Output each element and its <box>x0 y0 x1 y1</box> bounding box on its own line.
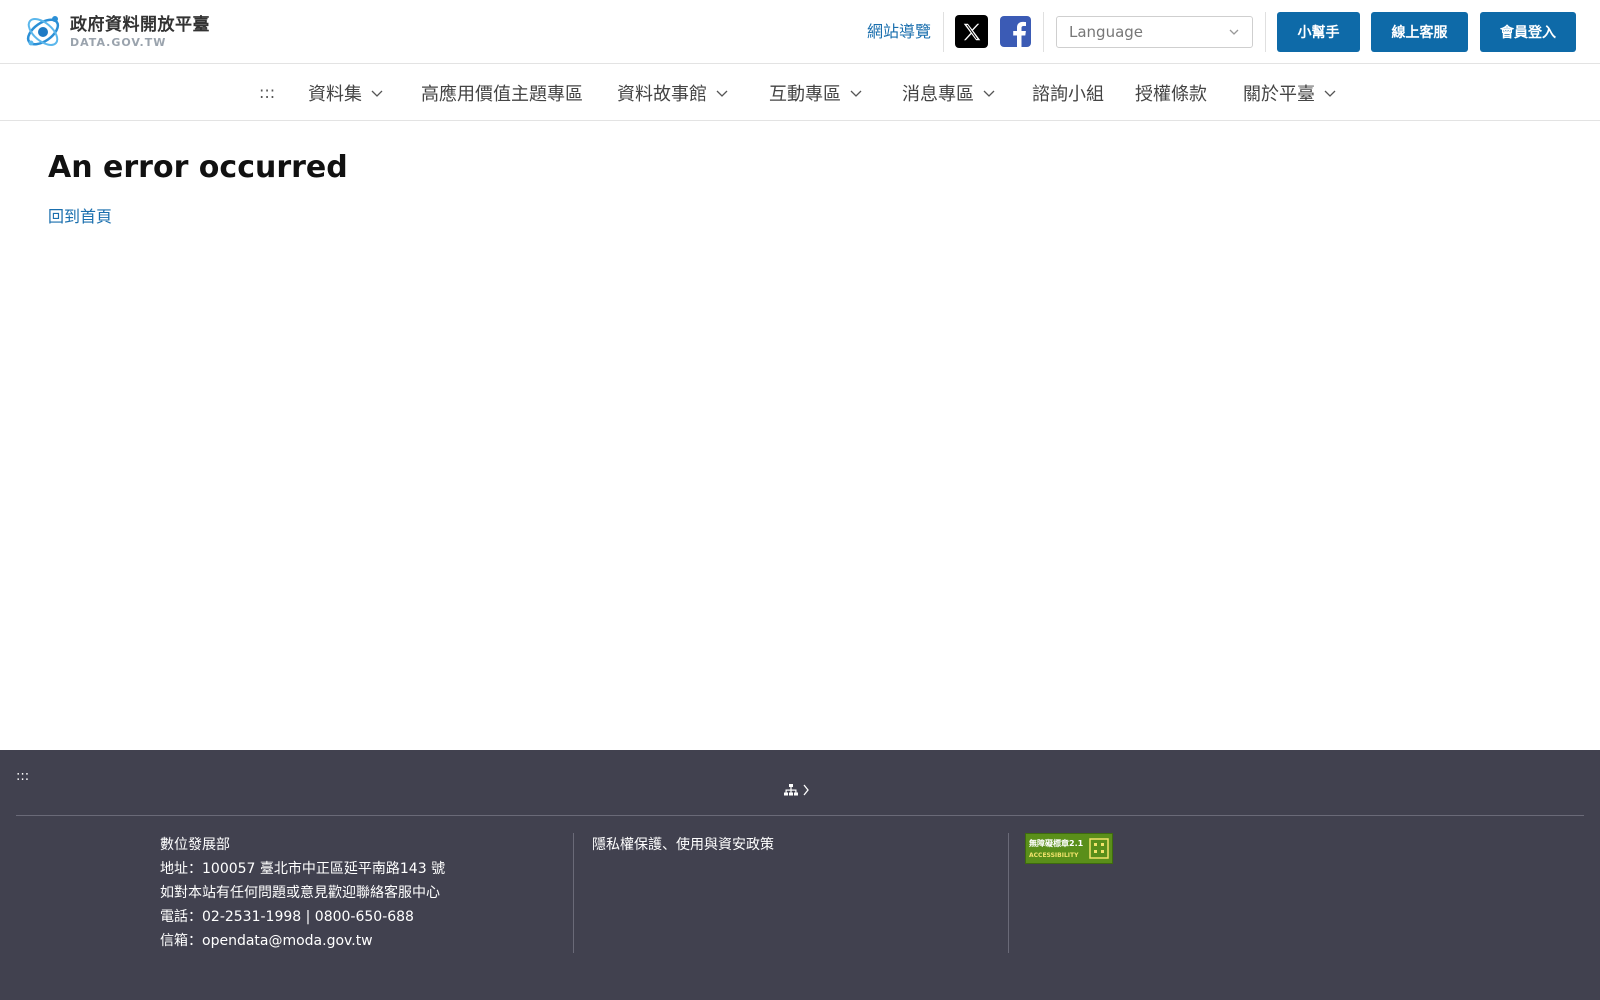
logo-name-cn: 政府資料開放平臺 <box>70 14 210 35</box>
footer-badge-column: 無障礙標章2.1 ACCESSIBILITY <box>1025 833 1225 864</box>
page-title: An error occurred <box>48 150 348 185</box>
nav-item-advisory[interactable]: 諮詢小組 <box>1032 64 1104 121</box>
site-logo[interactable]: 政府資料開放平臺 DATA.GOV.TW <box>22 11 210 51</box>
footer-email: 信箱：opendata@moda.gov.tw <box>160 933 373 949</box>
nav-item-label: 資料故事館 <box>617 83 707 105</box>
sitemap-link[interactable]: 網站導覽 <box>867 20 931 44</box>
footer-phone: 電話：02-2531-1998 | 0800-650-688 <box>160 909 414 925</box>
x-twitter-icon[interactable] <box>955 15 988 48</box>
privacy-policy-link[interactable]: 隱私權保護、使用與資安政策 <box>592 837 774 853</box>
nav-item-datasets[interactable]: 資料集 <box>308 64 384 121</box>
online-service-button[interactable]: 線上客服 <box>1371 12 1468 52</box>
footer-links-column: 隱私權保護、使用與資安政策 <box>592 833 1009 953</box>
footer-contact-column: 數位發展部 地址：100057 臺北市中正區延平南路143 號 如對本站有任何問… <box>160 833 574 953</box>
language-select-value: Language <box>1069 23 1144 41</box>
chevron-down-icon <box>1229 29 1239 35</box>
accessibility-badge[interactable]: 無障礙標章2.1 ACCESSIBILITY <box>1025 833 1113 864</box>
nav-item-label: 資料集 <box>308 83 362 105</box>
site-footer: ::: 數位發展部 地址：100057 臺北市中正區延平南路143 號 如對本站… <box>0 750 1600 1000</box>
chevron-down-icon <box>716 90 728 97</box>
nav-item-label: 互動專區 <box>769 83 841 105</box>
nav-item-license[interactable]: 授權條款 <box>1135 64 1207 121</box>
nav-item-label: 諮詢小組 <box>1032 83 1104 105</box>
footer-contact-note: 如對本站有任何問題或意見歡迎聯絡客服中心 <box>160 885 440 901</box>
nav-item-high-value[interactable]: 高應用價值主題專區 <box>421 64 583 121</box>
footer-accesskey[interactable]: ::: <box>16 769 29 784</box>
nav-item-data-stories[interactable]: 資料故事館 <box>617 64 729 121</box>
footer-divider <box>16 815 1584 816</box>
nav-item-about[interactable]: 關於平臺 <box>1243 64 1337 121</box>
divider <box>943 12 944 52</box>
sitemap-icon <box>784 784 798 796</box>
nav-item-interactive[interactable]: 互動專區 <box>769 64 863 121</box>
main-nav: ::: 資料集 高應用價值主題專區 資料故事館 互動專區 消息專區 諮詢小組 授… <box>0 64 1600 121</box>
facebook-icon[interactable] <box>999 15 1032 48</box>
language-select[interactable]: Language <box>1056 16 1253 48</box>
chevron-down-icon <box>983 90 995 97</box>
helper-button[interactable]: 小幫手 <box>1277 12 1360 52</box>
footer-address: 地址：100057 臺北市中正區延平南路143 號 <box>160 861 446 877</box>
footer-org: 數位發展部 <box>160 837 230 853</box>
nav-item-label: 關於平臺 <box>1243 83 1315 105</box>
nav-item-label: 授權條款 <box>1135 83 1207 105</box>
chevron-down-icon <box>1324 90 1336 97</box>
divider <box>1043 12 1044 52</box>
back-home-link[interactable]: 回到首頁 <box>48 205 112 229</box>
divider <box>1265 12 1266 52</box>
top-header: 政府資料開放平臺 DATA.GOV.TW 網站導覽 Language 小幫手 線… <box>0 0 1600 64</box>
nav-item-news[interactable]: 消息專區 <box>902 64 996 121</box>
chevron-down-icon <box>850 90 862 97</box>
logo-name-en: DATA.GOV.TW <box>70 35 167 49</box>
footer-sitemap-toggle[interactable] <box>784 784 810 796</box>
accessibility-badge-line2: ACCESSIBILITY <box>1029 852 1079 859</box>
nav-accesskey[interactable]: ::: <box>259 64 275 121</box>
accessibility-badge-line1: 無障礙標章2.1 <box>1029 838 1084 848</box>
nav-item-label: 高應用價值主題專區 <box>421 83 583 105</box>
member-login-button[interactable]: 會員登入 <box>1480 12 1576 52</box>
nav-item-label: 消息專區 <box>902 83 974 105</box>
chevron-down-icon <box>371 90 383 97</box>
logo-icon <box>26 16 60 46</box>
chevron-right-icon <box>803 784 809 796</box>
